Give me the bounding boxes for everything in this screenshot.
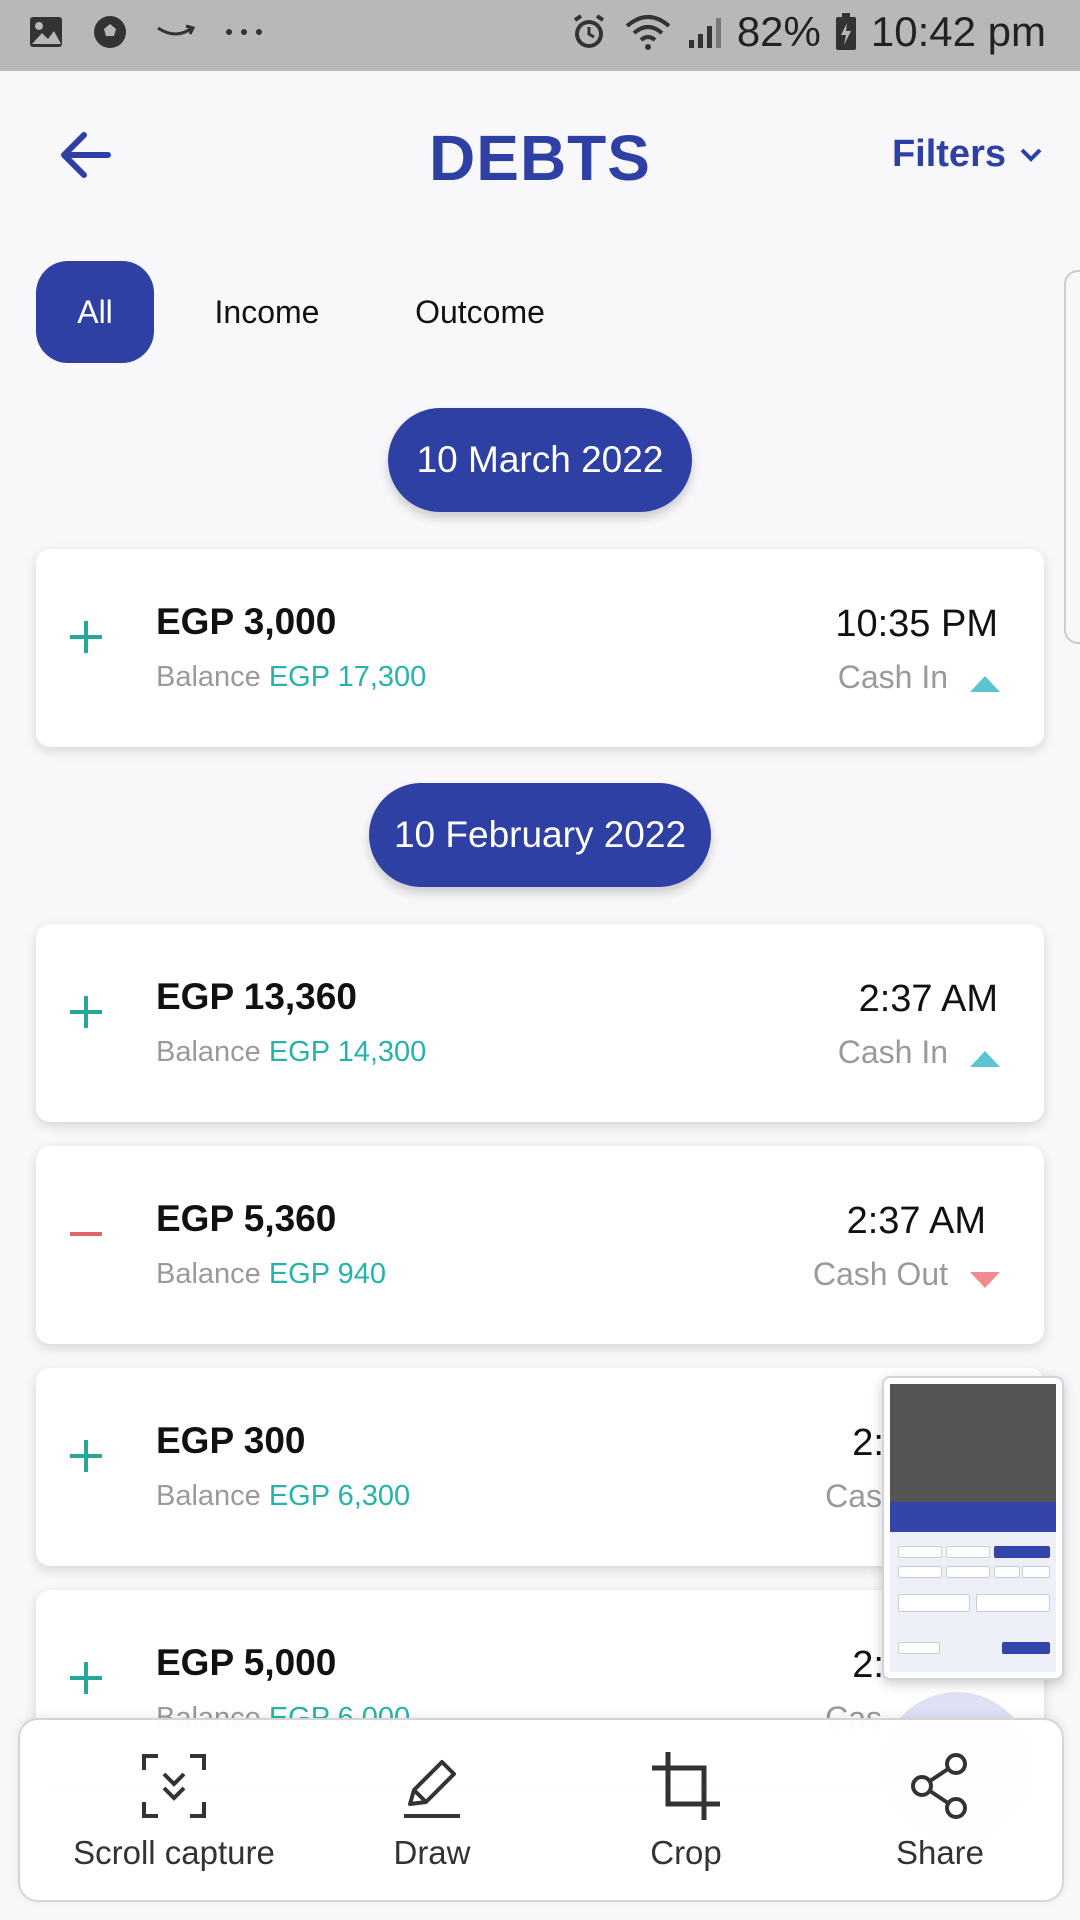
more-icon	[226, 29, 262, 35]
date-header: 10 March 2022	[388, 408, 692, 512]
filters-label: Filters	[891, 133, 1006, 175]
time: 2:	[852, 1422, 884, 1464]
status-bar: 82% 10:42 pm	[0, 0, 1080, 71]
tab-all[interactable]: All	[36, 261, 154, 363]
gallery-icon	[30, 17, 62, 47]
amount: EGP 13,360	[156, 976, 357, 1017]
alarm-icon	[573, 14, 604, 48]
screenshot-thumbnail[interactable]	[882, 1376, 1064, 1680]
balance: Balance EGP 940	[156, 1258, 386, 1291]
arrow-up-icon	[970, 1051, 1000, 1067]
share-icon	[911, 1753, 967, 1819]
share-button[interactable]: Share	[830, 1750, 1050, 1872]
transaction-card[interactable]: EGP 13,360 Balance EGP 14,300 2:37 AM Cas…	[36, 924, 1044, 1122]
transaction-card[interactable]: EGP 3,000 Balance EGP 17,300 10:35 PM Cas…	[36, 549, 1044, 747]
cash-type: Cash In	[837, 1034, 948, 1070]
amount: EGP 5,000	[156, 1642, 337, 1683]
balance-label: Balance	[156, 1258, 261, 1290]
app-header: DEBTS Filters	[0, 71, 1080, 241]
crop-button[interactable]: Crop	[576, 1750, 796, 1872]
wifi-icon	[625, 15, 671, 50]
minus-icon	[70, 1232, 102, 1236]
balance-label: Balance	[156, 661, 261, 693]
scroll-capture-button[interactable]: Scroll capture	[64, 1750, 284, 1872]
share-label: Share	[895, 1834, 985, 1871]
tab-outcome[interactable]: Outcome	[380, 261, 580, 363]
balance-value: EGP 940	[268, 1258, 386, 1290]
draw-button[interactable]: Draw	[322, 1750, 542, 1872]
arrow-up-icon	[970, 676, 1000, 692]
thumbnail-top	[890, 1384, 1056, 1502]
plus-icon	[70, 1440, 102, 1472]
amount: EGP 3,000	[156, 601, 337, 642]
side-panel-edge[interactable]	[1064, 270, 1080, 644]
tab-income[interactable]: Income	[172, 261, 362, 363]
signal-icon	[688, 18, 721, 48]
battery-percent: 82%	[736, 8, 821, 55]
pencil-icon	[404, 1760, 460, 1818]
balance-label: Balance	[156, 1036, 261, 1068]
transaction-card[interactable]: EGP 5,360 Balance EGP 940 2:37 AM Cash Ou…	[36, 1146, 1044, 1344]
balance-label: Balance	[156, 1480, 261, 1512]
time: 10:35 PM	[835, 603, 998, 645]
arrow-down-icon	[970, 1272, 1000, 1288]
type-tabs: All Income Outcome	[36, 261, 580, 363]
soccer-ball-icon	[94, 16, 126, 48]
thumbnail-filter-bar	[890, 1502, 1056, 1532]
cash-type: Cash In	[837, 659, 948, 695]
scroll-capture-icon	[142, 1754, 206, 1818]
balance-value: EGP 14,300	[268, 1036, 427, 1068]
crop-label: Crop	[650, 1834, 722, 1871]
cash-type: Cash Out	[812, 1256, 948, 1292]
balance: Balance EGP 6,300	[156, 1480, 410, 1513]
capture-toolbar: Scroll capture Draw Crop Share	[18, 1718, 1064, 1902]
plus-icon	[70, 996, 102, 1028]
amount: EGP 300	[156, 1420, 306, 1461]
amount: EGP 5,360	[156, 1198, 337, 1239]
balance: Balance EGP 17,300	[156, 661, 426, 694]
clock: 10:42 pm	[870, 8, 1046, 55]
plus-icon	[70, 621, 102, 653]
crop-icon	[652, 1752, 720, 1820]
chevron-down-icon	[1020, 148, 1042, 162]
balance-value: EGP 17,300	[268, 661, 427, 693]
cash-type: Cas	[825, 1478, 882, 1514]
time: 2:	[852, 1644, 884, 1686]
time: 2:37 AM	[846, 1200, 986, 1242]
balance: Balance EGP 14,300	[156, 1036, 426, 1069]
amazon-icon	[157, 24, 196, 36]
plus-icon	[70, 1662, 102, 1694]
filters-dropdown[interactable]: Filters	[892, 133, 1044, 176]
thumbnail-filter-panel	[890, 1532, 1056, 1672]
balance-value: EGP 6,300	[268, 1480, 411, 1512]
draw-label: Draw	[393, 1834, 471, 1871]
date-header: 10 February 2022	[369, 783, 711, 887]
battery-icon	[835, 13, 856, 50]
scroll-capture-label: Scroll capture	[73, 1834, 275, 1871]
time: 2:37 AM	[858, 978, 998, 1020]
